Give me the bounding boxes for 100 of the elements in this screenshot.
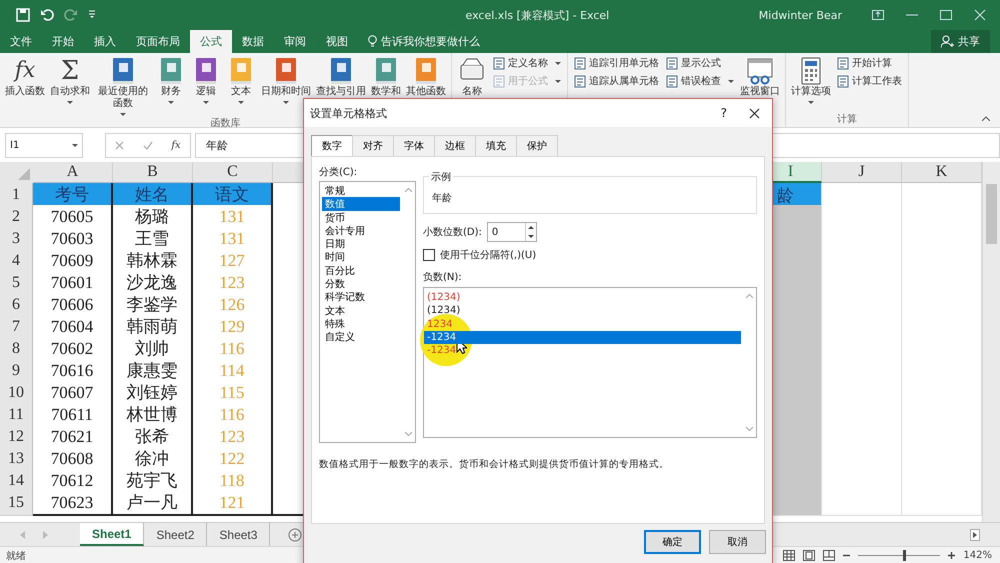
ribbon-button[interactable]: 开始计算	[837, 56, 902, 70]
document-icon	[837, 56, 849, 70]
ribbon-button[interactable]: 追踪引用单元格	[574, 56, 659, 70]
list-item[interactable]: 百分比	[322, 264, 400, 278]
ribbon-button[interactable]: 计算选项	[789, 56, 833, 104]
scroll-up-icon[interactable]	[746, 294, 753, 298]
spin-up-icon[interactable]	[528, 226, 534, 229]
name-box[interactable]: I1	[5, 133, 83, 158]
column-header[interactable]: K	[902, 162, 982, 183]
search-hint[interactable]: 告诉我你想要做什么	[381, 34, 480, 49]
zoom-out-icon[interactable]	[843, 552, 850, 559]
close-icon[interactable]	[749, 108, 760, 118]
list-item[interactable]: 会计专用	[322, 224, 400, 238]
zoom-level[interactable]: 142%	[963, 550, 992, 561]
ribbon-button[interactable]: 其他函数	[404, 56, 448, 98]
list-item[interactable]: (1234)	[424, 291, 741, 304]
dialog-button[interactable]: 取消	[709, 530, 766, 554]
cancel-icon[interactable]	[115, 141, 124, 150]
ribbon-button[interactable]: 日期和时间	[259, 56, 313, 104]
ribbon-button[interactable]: 逻辑	[189, 56, 223, 104]
vertical-scrollbar[interactable]	[982, 162, 1000, 522]
checkbox-label[interactable]: 使用千位分隔符(,)(U)	[440, 248, 536, 262]
ribbon-button[interactable]: 监视窗口	[738, 56, 782, 98]
ribbon-tab[interactable]: 开始	[42, 30, 84, 53]
spin-down-icon[interactable]	[528, 235, 534, 238]
ribbon-button[interactable]: 文本	[224, 56, 258, 104]
list-item[interactable]: 特殊	[322, 316, 400, 330]
zoom-in-icon[interactable]	[948, 552, 956, 559]
collapse-ribbon-icon[interactable]	[982, 116, 990, 121]
list-item[interactable]: 常规	[322, 184, 400, 198]
help-button[interactable]: ?	[720, 106, 727, 120]
scroll-right-icon[interactable]	[970, 528, 980, 540]
list-item[interactable]: 货币	[322, 210, 400, 224]
save-icon[interactable]	[16, 8, 30, 22]
list-item[interactable]: 科学记数	[322, 290, 400, 304]
scroll-up-icon[interactable]	[405, 188, 412, 192]
negative-number-list[interactable]: (1234) (1234) 1234 -1234 -1234	[423, 287, 757, 438]
ribbon-button[interactable]: 错误检查	[666, 74, 734, 88]
description-text: 数值格式用于一般数字的表示。货币和会计格式则提供货币值计算的专用格式。	[319, 458, 670, 471]
page-break-icon[interactable]	[823, 550, 836, 561]
list-item[interactable]: -1234	[424, 330, 741, 344]
table-cell: 70623	[33, 491, 113, 516]
book-icon	[274, 57, 298, 85]
normal-view-icon[interactable]	[783, 550, 796, 561]
ribbon-button[interactable]: 数学和	[369, 56, 403, 98]
user-name: Midwinter Bear	[758, 8, 842, 22]
ribbon-tab[interactable]: 视图	[316, 30, 358, 53]
maximize-icon[interactable]	[940, 10, 952, 20]
add-sheet-icon[interactable]	[288, 528, 302, 542]
ribbon-button[interactable]: fx 插入函数	[3, 56, 47, 98]
list-item[interactable]: 数值	[322, 197, 400, 211]
ribbon-tab[interactable]: 公式	[190, 30, 232, 53]
column-header[interactable]: J	[822, 162, 902, 183]
column-header[interactable]: A	[33, 162, 113, 183]
insert-function-button[interactable]: fx	[171, 140, 181, 151]
scroll-down-icon[interactable]	[405, 432, 412, 436]
ribbon-tab[interactable]: 插入	[84, 30, 126, 53]
ribbon-button[interactable]: 查找与引用	[314, 56, 368, 98]
document-icon	[837, 74, 849, 88]
ribbon-button[interactable]: 追踪从属单元格	[574, 74, 659, 88]
ribbon-tab[interactable]: 数据	[232, 30, 274, 53]
decimal-spinner[interactable]: 0	[486, 222, 537, 242]
ribbon-button[interactable]: 名称	[455, 56, 489, 98]
share-button[interactable]: 共享	[931, 30, 990, 53]
undo-icon[interactable]	[40, 8, 54, 22]
table-cell: 121	[193, 491, 273, 516]
list-item[interactable]: 自定义	[322, 330, 400, 344]
ribbon-button[interactable]: 显示公式	[666, 56, 734, 70]
column-header[interactable]: C	[193, 162, 273, 183]
dialog-tab[interactable]: 对齐	[352, 135, 394, 156]
list-item[interactable]: 时间	[322, 250, 400, 264]
caret-icon	[72, 144, 78, 147]
list-item[interactable]: 文本	[322, 304, 400, 317]
dialog-tab[interactable]: 数字	[311, 135, 353, 156]
column-header[interactable]: B	[113, 162, 193, 183]
scroll-down-icon[interactable]	[746, 427, 753, 431]
list-item[interactable]: 日期	[322, 237, 400, 250]
list-item[interactable]: (1234)	[424, 304, 741, 318]
ribbon-tab[interactable]: 文件	[0, 30, 42, 53]
ribbon-button[interactable]: 最近使用的函数	[93, 56, 153, 116]
sample-value: 年龄	[432, 192, 452, 205]
category-list[interactable]: 常规 数值 货币 会计专用 日期 时间 百分比 分数 科学记数 文本 特殊 自定义	[319, 181, 416, 443]
book-icon	[414, 57, 438, 85]
person-add-icon	[941, 35, 954, 48]
ribbon-button[interactable]: Σ 自动求和	[48, 56, 92, 104]
row-header[interactable]: 15	[0, 491, 33, 516]
ribbon-display-icon[interactable]	[872, 10, 884, 20]
ribbon-tab[interactable]: 审阅	[274, 30, 316, 53]
ribbon-button[interactable]: 财务	[154, 56, 188, 104]
book-icon	[229, 57, 253, 85]
dialog-button[interactable]: 确定	[644, 530, 701, 554]
ribbon-button[interactable]: 定义名称	[493, 56, 561, 70]
sheet-tab[interactable]: Sheet1	[80, 523, 144, 546]
dialog-tab[interactable]: 保护	[516, 135, 558, 156]
page-layout-icon[interactable]	[803, 550, 816, 561]
ribbon-tab[interactable]: 页面布局	[126, 30, 190, 53]
list-item[interactable]: 分数	[322, 277, 400, 290]
ribbon-button[interactable]: 计算工作表	[837, 74, 902, 88]
checkbox[interactable]	[423, 249, 435, 261]
check-icon[interactable]	[142, 141, 153, 150]
